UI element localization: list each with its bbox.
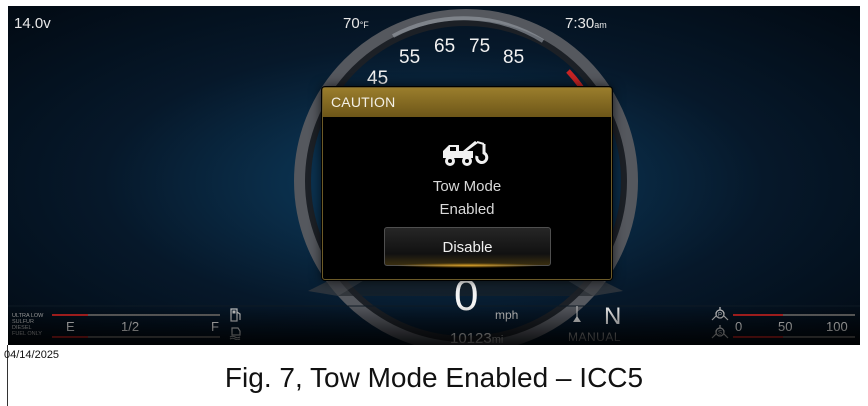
speed-tick-65: 65 — [434, 36, 456, 57]
pressure-label-100: 100 — [826, 319, 848, 334]
speed-unit: mph — [495, 308, 519, 322]
document-date: 04/14/2025 — [4, 349, 60, 361]
fuel-gauge-track-bottom — [52, 336, 220, 338]
figure-caption: Fig. 7, Tow Mode Enabled – ICC5 — [224, 362, 644, 393]
fuel-half-label: 1/2 — [121, 319, 140, 334]
tow-mode-alert-dialog: CAUTION Tow Mode Enabled Disable — [322, 87, 612, 280]
current-speed: 0 — [454, 271, 479, 320]
pressure-gauge-red-bottom — [733, 336, 783, 338]
disable-tow-mode-button[interactable]: Disable — [384, 227, 551, 266]
def-fluid-icon — [229, 326, 243, 345]
battery-voltage: 14.0v — [14, 15, 51, 32]
instrument-cluster-display: 14.0v 70°F 7:30am 45 55 65 75 85 CAUTION — [8, 6, 860, 345]
fuel-empty-label: E — [66, 319, 75, 334]
odometer-value: 10123 — [450, 330, 492, 345]
temperature-unit: °F — [359, 20, 369, 30]
temperature-value: 70 — [343, 15, 360, 32]
tow-truck-icon — [441, 138, 501, 173]
odometer-unit: mi — [491, 334, 504, 345]
turbo-boost-icon: P — [711, 306, 729, 327]
outside-temperature: 70°F — [343, 15, 369, 32]
clock: 7:30am — [565, 15, 607, 32]
fuel-pump-icon — [230, 308, 242, 327]
svg-text:S: S — [718, 331, 722, 337]
speed-tick-85: 85 — [503, 47, 525, 68]
clock-ampm: am — [594, 20, 607, 30]
pressure-gauge-red-top — [733, 314, 783, 316]
alert-header: CAUTION — [323, 88, 611, 117]
fuel-gauge-red-top — [52, 314, 88, 316]
fuel-gauge-red-bottom — [52, 336, 88, 338]
speed-tick-75: 75 — [469, 36, 491, 57]
alert-line-1: Tow Mode — [432, 178, 502, 195]
button-focus-glow — [393, 263, 543, 268]
fuel-gauge-track-top — [52, 314, 220, 316]
alert-line-2: Enabled — [439, 201, 495, 218]
manual-shift-icon — [570, 304, 584, 333]
transmission-mode: MANUAL — [568, 330, 622, 344]
clock-time: 7:30 — [565, 15, 595, 32]
speed-tick-55: 55 — [399, 47, 421, 68]
pressure-label-50: 50 — [778, 319, 793, 334]
engine-oil-pressure-icon: S — [711, 324, 729, 345]
pressure-label-0: 0 — [735, 319, 743, 334]
pressure-gauge-track-bottom — [733, 336, 855, 338]
odometer: 10123mi — [450, 330, 503, 345]
svg-text:P: P — [718, 313, 722, 319]
pressure-gauge-track-top — [733, 314, 855, 316]
gear-indicator: N — [604, 303, 622, 330]
fuel-full-label: F — [211, 319, 219, 334]
fuel-type-label: ULTRA LOW SULFUR DIESEL FUEL ONLY — [12, 313, 44, 337]
